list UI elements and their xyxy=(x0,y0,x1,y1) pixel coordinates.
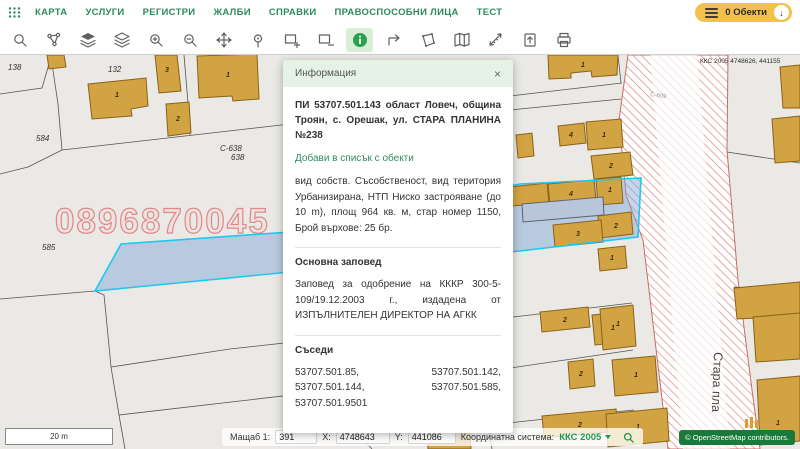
neighbors-section-heading: Съседи xyxy=(295,335,501,356)
order-section-heading: Основна заповед xyxy=(295,247,501,268)
parcel-details: вид собств. Съсобственост, вид територия… xyxy=(295,174,501,236)
map-sheets-icon[interactable] xyxy=(448,28,475,52)
parcel-label: 138 xyxy=(8,63,22,72)
nav-item-karta[interactable]: КАРТА xyxy=(35,7,67,18)
parcel-label: 132 xyxy=(108,65,122,74)
nav-item-zhalbi[interactable]: ЖАЛБИ xyxy=(213,7,250,18)
measure-line-icon[interactable] xyxy=(482,28,509,52)
zoom-rect-out-icon[interactable] xyxy=(312,28,339,52)
neighbors-list: 53707.501.85, 53707.501.142, 53707.501.1… xyxy=(295,365,501,412)
scalebar-label: 20 m xyxy=(50,432,68,441)
measure-area-icon[interactable] xyxy=(414,28,441,52)
parcel-identifier: ПИ 53707.501.143 област Ловеч, община Тр… xyxy=(295,98,501,143)
select-objects-icon[interactable] xyxy=(40,28,67,52)
building-label: 1 xyxy=(115,92,119,99)
map-toolbar xyxy=(0,25,800,55)
parcel-label: С-638 xyxy=(220,144,242,153)
building-label: 1 xyxy=(616,321,620,328)
parcel-label: 638 xyxy=(231,153,245,162)
add-to-objects-link[interactable]: Добави в списък с обекти xyxy=(295,153,501,164)
locate-icon[interactable] xyxy=(244,28,271,52)
crs-label: Координатна система: xyxy=(461,432,554,442)
nav-item-pravosposobni-litsa[interactable]: ПРАВОСПОСОБНИ ЛИЦА xyxy=(334,7,458,18)
osm-attribution[interactable]: © OpenStreetMap contributors. xyxy=(679,430,795,445)
building-label: 1 xyxy=(602,132,606,139)
legend-icon xyxy=(745,417,758,428)
info-popup-body: ПИ 53707.501.143 област Ловеч, община Тр… xyxy=(283,87,513,433)
info-popup-header: Информация × xyxy=(283,60,513,87)
crs-selected-value: ККС 2005 xyxy=(559,432,601,443)
layers-icon[interactable] xyxy=(74,28,101,52)
apps-grid-icon[interactable] xyxy=(8,6,21,19)
building-label: 2 xyxy=(578,371,583,378)
building-label: 1 xyxy=(610,255,614,262)
zoom-rect-in-icon[interactable] xyxy=(278,28,305,52)
building-label: 3 xyxy=(576,231,580,238)
print-icon[interactable] xyxy=(550,28,577,52)
map-corner-coords: ККС 2005 4748626, 441155 xyxy=(700,58,781,65)
hamburger-icon xyxy=(705,8,718,18)
building-label: 3 xyxy=(165,67,169,74)
building-label: 1 xyxy=(611,325,615,332)
previous-extent-icon[interactable] xyxy=(380,28,407,52)
nav-item-spravki[interactable]: СПРАВКИ xyxy=(269,7,317,18)
pan-icon[interactable] xyxy=(210,28,237,52)
chevron-down-icon xyxy=(605,435,611,439)
building-label: 1 xyxy=(634,372,638,379)
collapse-button[interactable]: ↓ xyxy=(774,5,789,20)
search-tool-icon[interactable] xyxy=(6,28,33,52)
coordinate-search-icon[interactable] xyxy=(622,431,635,444)
info-popup: Информация × ПИ 53707.501.143 област Лов… xyxy=(283,60,513,433)
building-label: 2 xyxy=(175,116,180,123)
map-watermark: 0896870045 xyxy=(55,202,270,241)
nav-item-registri[interactable]: РЕГИСТРИ xyxy=(143,7,196,18)
layer-list-icon[interactable] xyxy=(108,28,135,52)
y-label: Y: xyxy=(395,432,403,442)
close-icon[interactable]: × xyxy=(494,69,501,79)
arrow-down-icon: ↓ xyxy=(779,8,784,18)
building-label: 4 xyxy=(568,132,573,139)
order-text: Заповед за одобрение на КККР 300-5-109/1… xyxy=(295,277,501,324)
map-scalebar: 20 m xyxy=(5,428,113,445)
building-label: 2 xyxy=(613,223,618,230)
parcel-label: 584 xyxy=(36,134,50,143)
top-navigation: КАРТА УСЛУГИ РЕГИСТРИ ЖАЛБИ СПРАВКИ ПРАВ… xyxy=(0,0,800,25)
objects-count-label: 0 Обекти xyxy=(725,7,767,18)
building-label: 4 xyxy=(568,191,573,198)
zoom-in-icon[interactable] xyxy=(142,28,169,52)
info-popup-title: Информация xyxy=(295,68,356,79)
nav-item-uslugi[interactable]: УСЛУГИ xyxy=(85,7,124,18)
building-label: 2 xyxy=(562,317,567,324)
objects-list-button[interactable]: 0 Обекти ↓ xyxy=(695,3,792,22)
zoom-out-icon[interactable] xyxy=(176,28,203,52)
building-label: 1 xyxy=(776,420,780,427)
parcel-label: 585 xyxy=(42,243,56,252)
building-label: 1 xyxy=(581,62,585,69)
building-label: 1 xyxy=(226,72,230,79)
osm-attribution-text: © OpenStreetMap contributors. xyxy=(685,433,789,442)
street-name-label: Стара пла xyxy=(709,352,725,412)
x-label: X: xyxy=(322,432,331,442)
nav-item-test[interactable]: ТЕСТ xyxy=(477,7,503,18)
crs-dropdown[interactable]: ККС 2005 xyxy=(559,432,611,443)
building-label: 1 xyxy=(608,187,612,194)
info-tool-icon[interactable] xyxy=(346,28,373,52)
scale-label: Мащаб 1: xyxy=(230,432,270,442)
export-icon[interactable] xyxy=(516,28,543,52)
building-label: 2 xyxy=(608,163,613,170)
